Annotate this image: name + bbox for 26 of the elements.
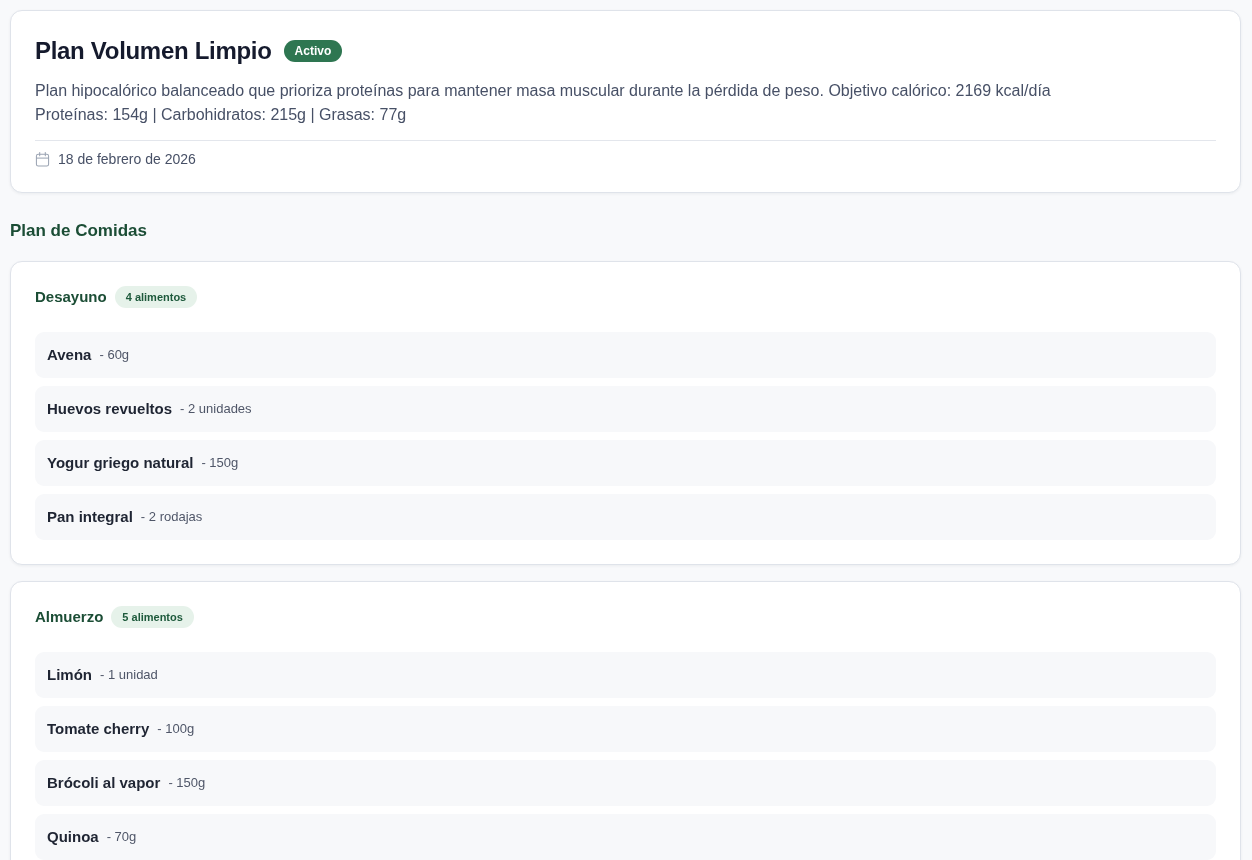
meal-title: Almuerzo xyxy=(35,607,104,627)
food-name: Limón xyxy=(47,664,92,685)
food-name: Huevos revueltos xyxy=(47,398,173,419)
food-quantity: - 150g xyxy=(168,774,206,793)
food-quantity: - 100g xyxy=(157,720,195,739)
food-name: Tomate cherry xyxy=(47,718,150,739)
food-name: Pan integral xyxy=(47,506,133,527)
count-badge: 4 alimentos xyxy=(114,286,198,308)
plan-title: Plan Volumen Limpio xyxy=(35,36,272,66)
food-quantity: - 150g xyxy=(201,454,239,473)
status-badge: Activo xyxy=(283,40,343,62)
food-quantity: - 2 unidades xyxy=(180,400,252,419)
section-heading: Plan de Comidas xyxy=(10,220,148,242)
food-quantity: - 2 rodajas xyxy=(140,508,203,527)
food-quantity: - 70g xyxy=(106,828,137,847)
plan-description: Plan hipocalórico balanceado que prioriza proteínas para mantener masa muscular durante la pérdida de peso. Objetivo calórico: 2169 kcal/día Proteínas: 154g | Carbohidratos: 215g | Grasas: 77g xyxy=(35,81,1052,125)
count-badge: 5 alimentos xyxy=(111,606,194,628)
food-name: Brócoli al vapor xyxy=(47,772,161,793)
food-quantity: - 1 unidad xyxy=(100,666,158,685)
food-name: Quinoa xyxy=(47,826,99,847)
plan-date: 18 de febrero de 2026 xyxy=(58,150,196,169)
food-quantity: - 60g xyxy=(99,346,130,365)
calendar-icon xyxy=(35,151,50,167)
food-name: Avena xyxy=(47,344,92,365)
food-name: Yogur griego natural xyxy=(47,452,194,473)
meal-title: Desayuno xyxy=(35,287,107,307)
